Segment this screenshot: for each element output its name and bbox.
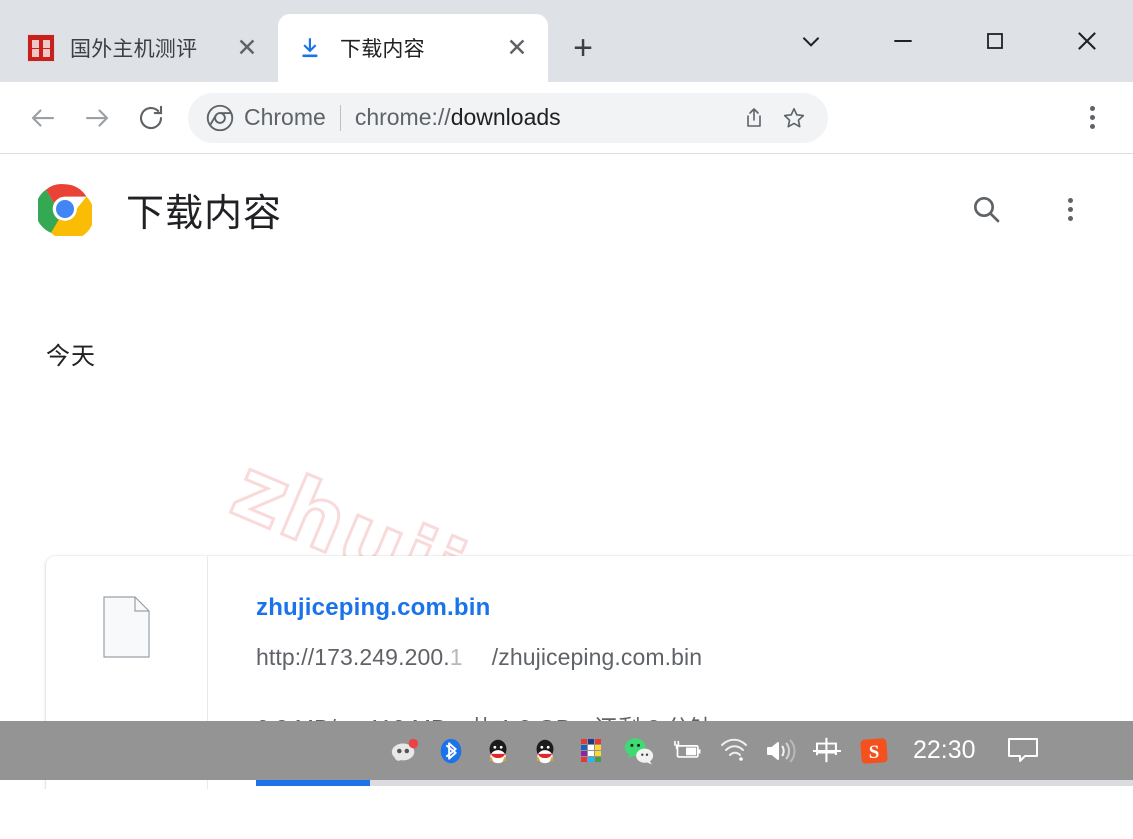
- download-filename-link[interactable]: zhujiceping.com.bin: [256, 594, 490, 622]
- battery-charging-icon[interactable]: [662, 727, 709, 774]
- discord-icon[interactable]: [380, 727, 427, 774]
- volume-icon[interactable]: [756, 727, 803, 774]
- page-title: 下载内容: [126, 192, 283, 235]
- tab-strip: 国外主机测评 ✕ 下载内容 ✕ +: [0, 0, 1133, 82]
- tab-list: 国外主机测评 ✕ 下载内容 ✕ +: [0, 0, 610, 82]
- date-group-label: 今天: [46, 343, 96, 370]
- system-tray: 中 S 22:30: [380, 727, 1046, 774]
- download-source-url: http://173.249.200.1/zhujiceping.com.bin: [256, 644, 1133, 671]
- qq-icon[interactable]: [474, 727, 521, 774]
- browser-toolbar: Chrome chrome://downloads: [0, 82, 1133, 154]
- notification-icon[interactable]: [1000, 728, 1046, 774]
- download-url-redacted: 1: [449, 644, 463, 670]
- tab-title: 下载内容: [340, 38, 425, 61]
- chrome-icon: [206, 104, 234, 132]
- address-bar[interactable]: Chrome chrome://downloads: [188, 92, 828, 143]
- tab-title: 国外主机测评: [70, 38, 198, 61]
- download-arrow-icon: [296, 33, 326, 63]
- sogou-input-icon[interactable]: S: [850, 727, 897, 774]
- svg-text:S: S: [868, 742, 879, 763]
- browser-menu-button[interactable]: [1067, 93, 1117, 143]
- chrome-logo-icon: [35, 182, 95, 241]
- downloads-page: 下载内容 今天 zhujiceping.com.bin http://173.2…: [0, 154, 1133, 789]
- ime-language-indicator[interactable]: 中: [803, 727, 850, 774]
- windows-taskbar: 中 S 22:30: [0, 721, 1133, 780]
- tab-guowai-zhuji-ceping[interactable]: 国外主机测评 ✕: [8, 14, 278, 82]
- tab-close-button[interactable]: ✕: [500, 31, 534, 65]
- tab-close-button[interactable]: ✕: [230, 31, 264, 65]
- qq-icon[interactable]: [521, 727, 568, 774]
- download-url-prefix: http://173.249.200.: [256, 644, 450, 670]
- window-controls: [765, 0, 1133, 82]
- color-grid-icon[interactable]: [568, 727, 615, 774]
- close-button[interactable]: [1041, 0, 1133, 82]
- three-dot-menu-icon: [1089, 106, 1095, 129]
- omnibox-url[interactable]: chrome://downloads: [355, 104, 734, 131]
- minimize-button[interactable]: [857, 0, 949, 82]
- reload-icon[interactable]: [124, 91, 178, 145]
- tab-search-button[interactable]: [765, 0, 857, 82]
- wifi-icon[interactable]: [709, 727, 756, 774]
- forward-arrow-icon[interactable]: [70, 91, 124, 145]
- omnibox-divider: [339, 104, 341, 131]
- search-icon[interactable]: [963, 186, 1009, 232]
- downloads-actions: [963, 186, 1093, 232]
- bluetooth-icon[interactable]: [427, 727, 474, 774]
- downloads-menu-button[interactable]: [1047, 186, 1093, 232]
- new-tab-button[interactable]: +: [556, 21, 610, 75]
- red-seal-favicon-icon: [26, 33, 56, 63]
- omnibox-brand-label: Chrome: [244, 104, 326, 130]
- tab-downloads[interactable]: 下载内容 ✕: [278, 14, 548, 82]
- downloads-header: 下载内容: [0, 154, 1133, 264]
- star-icon[interactable]: [774, 98, 814, 138]
- back-arrow-icon[interactable]: [16, 91, 70, 145]
- browser-window: 国外主机测评 ✕ 下载内容 ✕ + Chrome chrome://downlo…: [0, 0, 1133, 789]
- maximize-button[interactable]: [949, 0, 1041, 82]
- generic-file-icon: [103, 596, 150, 658]
- omnibox-url-path: downloads: [450, 104, 561, 130]
- three-dot-menu-icon: [1067, 197, 1073, 221]
- taskbar-clock[interactable]: 22:30: [913, 736, 976, 765]
- wechat-icon[interactable]: [615, 727, 662, 774]
- download-url-suffix: /zhujiceping.com.bin: [491, 644, 703, 670]
- ime-label: 中: [810, 734, 844, 768]
- share-icon[interactable]: [734, 98, 774, 138]
- omnibox-url-scheme: chrome://: [354, 104, 451, 130]
